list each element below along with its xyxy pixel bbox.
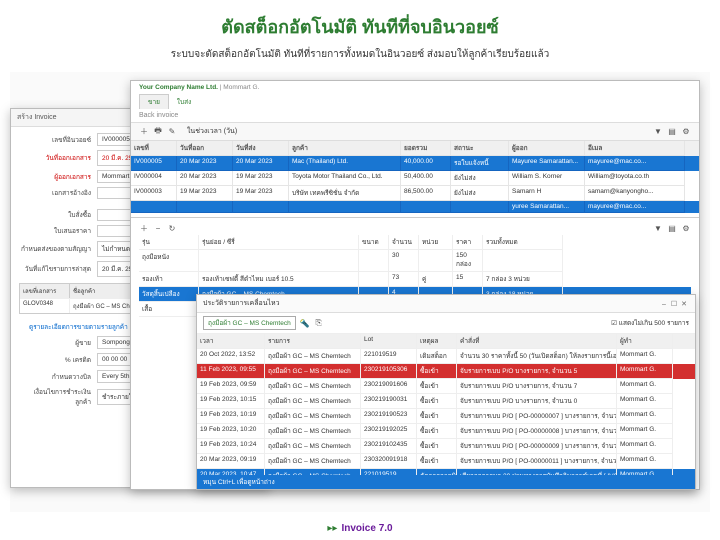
table-row[interactable]: 11 Feb 2023, 09:55ถุงมือผ้า GC – MS Chem… [197, 364, 695, 379]
brand-footer: ▸▸Invoice 7.0 [0, 523, 720, 534]
table-row[interactable]: 19 Feb 2023, 10:19ถุงมือผ้า GC – MS Chem… [197, 409, 695, 424]
page-subtitle: ระบบจะตัดสต็อกอัตโนมัติ ทันทีที่รายการทั… [0, 47, 720, 62]
popup-footer: หมุน Ctrl+L เพื่อดูหน้าถ่าง [197, 475, 695, 489]
columns-icon[interactable]: ▤ [667, 223, 677, 233]
table-row[interactable]: IV00000319 Mar 202319 Mar 2023บริษัท เทค… [131, 186, 699, 201]
table-row[interactable]: ถุงมือหนัง30150 กล่อง [139, 250, 691, 272]
maximize-icon[interactable]: ☐ [669, 300, 679, 308]
limit-checkbox[interactable]: ☑ แสดงไม่เกิน 500 รายการ [611, 318, 689, 328]
table-row[interactable]: 19 Feb 2023, 10:24ถุงมือผ้า GC – MS Chem… [197, 439, 695, 454]
table-row[interactable]: 19 Feb 2023, 10:15ถุงมือผ้า GC – MS Chem… [197, 394, 695, 409]
table-row[interactable]: 20 Oct 2022, 13:52ถุงมือผ้า GC – MS Chem… [197, 349, 695, 364]
table-row[interactable]: IV00000520 Mar 202320 Mar 2023Mac (Thail… [131, 156, 699, 171]
table-row[interactable]: 19 Feb 2023, 10:20ถุงมือผ้า GC – MS Chem… [197, 424, 695, 439]
table-row[interactable]: รองเท้ารองเท้าเซฟตี้ สีดำไหม เบอร์ 10.57… [139, 272, 691, 287]
filter-chip[interactable]: ถุงมือผ้า GC – MS Chemtech [203, 316, 296, 330]
add-icon[interactable]: ＋ [139, 223, 149, 233]
minus-icon[interactable]: − [153, 223, 163, 233]
gear-icon[interactable]: ⚙ [681, 127, 691, 137]
close-icon[interactable]: ✕ [679, 300, 689, 308]
table-row[interactable]: 20 Mar 2023, 09:19ถุงมือผ้า GC – MS Chem… [197, 454, 695, 469]
popup-title: ประวัติรายการเคลื่อนไหว [203, 298, 280, 309]
history-grid: เวลารายการLotเหตุผลคำสั่งที่ผู้ทำ 20 Oct… [197, 334, 695, 484]
edit-icon[interactable]: ✎ [167, 127, 177, 137]
add-icon[interactable]: ＋ [139, 127, 149, 137]
table-row[interactable]: IV00000420 Mar 202319 Mar 2023Toyota Mot… [131, 171, 699, 186]
filter-icon[interactable]: ▼ [653, 223, 663, 233]
flashlight-icon[interactable]: 🔦 [300, 318, 310, 328]
refresh-icon[interactable]: ↻ [167, 223, 177, 233]
main-toolbar: ＋ 🖶 ✎ ในช่วงเวลา (วัน) ▼ ▤ ⚙ [131, 122, 699, 141]
invoice-grid: เลขที่วันที่ออกวันที่ส่งลูกค้ายอดรวมสถาน… [131, 141, 699, 213]
tab-sell[interactable]: ขาย [139, 94, 169, 109]
print-icon[interactable]: 🖶 [153, 127, 163, 137]
history-popup: ประวัติรายการเคลื่อนไหว –☐✕ ถุงมือผ้า GC… [196, 294, 696, 490]
gear-icon[interactable]: ⚙ [681, 223, 691, 233]
filter-icon[interactable]: ▼ [653, 127, 663, 137]
arrow-icon: ▸▸ [327, 523, 337, 534]
export-icon[interactable]: ⎘ [314, 318, 324, 328]
table-row[interactable]: 19 Feb 2023, 09:59ถุงมือผ้า GC – MS Chem… [197, 379, 695, 394]
table-row[interactable]: yuree Samarattan...mayuree@mac.co... [131, 201, 699, 213]
page-title: ตัดสต็อกอัตโนมัติ ทันทีที่จบอินวอยซ์ [0, 12, 720, 41]
columns-icon[interactable]: ▤ [667, 127, 677, 137]
minimize-icon[interactable]: – [659, 301, 669, 308]
